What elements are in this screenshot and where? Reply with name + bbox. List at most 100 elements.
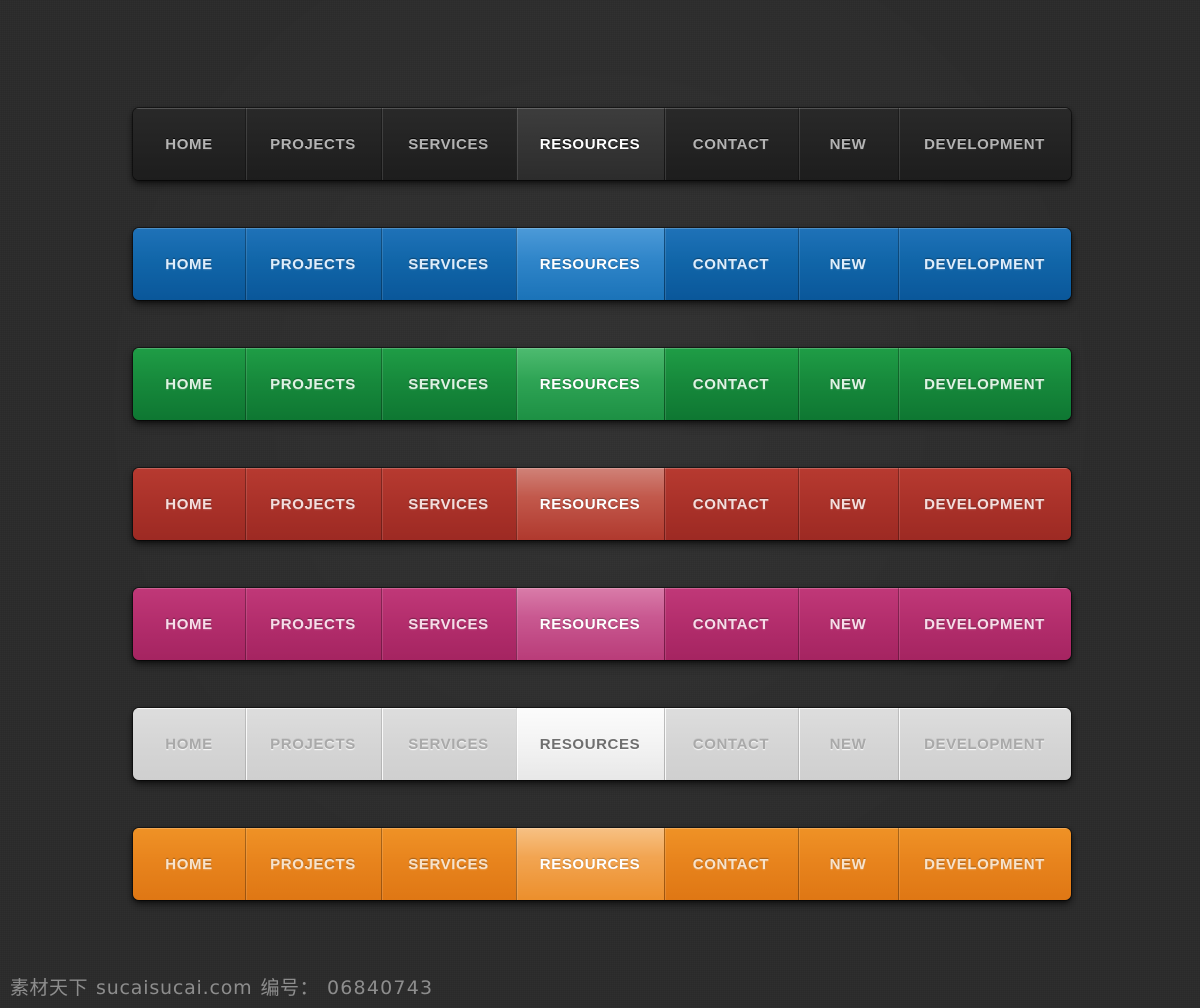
menu-item-new[interactable]: NEW bbox=[798, 828, 898, 900]
menu-item-label: DEVELOPMENT bbox=[924, 495, 1045, 513]
menu-item-projects[interactable]: PROJECTS bbox=[245, 828, 381, 900]
menu-item-label: PROJECTS bbox=[270, 255, 356, 273]
menu-item-label: RESOURCES bbox=[539, 135, 641, 153]
menu-item-resources-active[interactable]: RESOURCES bbox=[516, 108, 664, 180]
menu-item-label: SERVICES bbox=[408, 615, 489, 633]
menu-item-label: SERVICES bbox=[408, 495, 489, 513]
menu-item-label: PROJECTS bbox=[270, 495, 356, 513]
menu-item-label: SERVICES bbox=[408, 855, 489, 873]
menu-item-new[interactable]: NEW bbox=[798, 228, 898, 300]
menu-item-development[interactable]: DEVELOPMENT bbox=[898, 228, 1071, 300]
menu-item-contact[interactable]: CONTACT bbox=[664, 228, 798, 300]
menu-item-label: NEW bbox=[829, 255, 867, 273]
menu-item-label: DEVELOPMENT bbox=[924, 735, 1045, 753]
menu-item-label: RESOURCES bbox=[539, 375, 641, 393]
menu-item-contact[interactable]: CONTACT bbox=[664, 588, 798, 660]
menu-item-services[interactable]: SERVICES bbox=[381, 708, 516, 780]
menu-item-home[interactable]: HOME bbox=[133, 108, 245, 180]
menu-item-label: SERVICES bbox=[408, 375, 489, 393]
menu-item-label: PROJECTS bbox=[270, 855, 356, 873]
menu-item-label: CONTACT bbox=[692, 495, 770, 513]
menu-item-label: DEVELOPMENT bbox=[924, 615, 1045, 633]
menu-item-development[interactable]: DEVELOPMENT bbox=[898, 108, 1071, 180]
menu-item-label: HOME bbox=[165, 375, 213, 393]
red-menu-bar: HOME PROJECTS SERVICES RESOURCES CONTACT… bbox=[133, 468, 1071, 540]
menu-item-label: PROJECTS bbox=[270, 735, 356, 753]
menu-item-new[interactable]: NEW bbox=[798, 588, 898, 660]
menu-item-projects[interactable]: PROJECTS bbox=[245, 588, 381, 660]
menu-item-label: SERVICES bbox=[408, 255, 489, 273]
menu-item-projects[interactable]: PROJECTS bbox=[245, 708, 381, 780]
watermark-id-label: 编号： bbox=[260, 977, 319, 999]
menu-item-projects[interactable]: PROJECTS bbox=[245, 468, 381, 540]
menu-item-services[interactable]: SERVICES bbox=[381, 588, 516, 660]
menu-item-services[interactable]: SERVICES bbox=[381, 228, 516, 300]
menu-item-label: CONTACT bbox=[692, 855, 770, 873]
menu-item-projects[interactable]: PROJECTS bbox=[245, 108, 381, 180]
menu-item-new[interactable]: NEW bbox=[798, 708, 898, 780]
menu-item-label: RESOURCES bbox=[539, 255, 641, 273]
menu-item-label: DEVELOPMENT bbox=[924, 135, 1045, 153]
menu-item-services[interactable]: SERVICES bbox=[381, 828, 516, 900]
menu-item-contact[interactable]: CONTACT bbox=[664, 108, 798, 180]
menu-item-projects[interactable]: PROJECTS bbox=[245, 348, 381, 420]
menu-item-home[interactable]: HOME bbox=[133, 708, 245, 780]
menu-item-resources-active[interactable]: RESOURCES bbox=[516, 708, 664, 780]
menu-item-label: HOME bbox=[165, 135, 213, 153]
menu-item-new[interactable]: NEW bbox=[798, 468, 898, 540]
menu-item-resources-active[interactable]: RESOURCES bbox=[516, 348, 664, 420]
menu-item-resources-active[interactable]: RESOURCES bbox=[516, 228, 664, 300]
menu-item-services[interactable]: SERVICES bbox=[381, 468, 516, 540]
menu-item-label: DEVELOPMENT bbox=[924, 255, 1045, 273]
menu-item-label: NEW bbox=[829, 855, 867, 873]
light-menu-bar: HOME PROJECTS SERVICES RESOURCES CONTACT… bbox=[133, 708, 1071, 780]
watermark-site: sucaisucai.com bbox=[96, 977, 253, 999]
menu-item-label: HOME bbox=[165, 855, 213, 873]
menu-item-label: PROJECTS bbox=[270, 375, 356, 393]
menu-item-services[interactable]: SERVICES bbox=[381, 348, 516, 420]
menu-item-label: HOME bbox=[165, 255, 213, 273]
page-canvas: HOME PROJECTS SERVICES RESOURCES CONTACT… bbox=[0, 0, 1200, 1008]
menu-item-label: DEVELOPMENT bbox=[924, 855, 1045, 873]
menu-item-home[interactable]: HOME bbox=[133, 228, 245, 300]
menu-item-new[interactable]: NEW bbox=[798, 348, 898, 420]
menu-item-development[interactable]: DEVELOPMENT bbox=[898, 588, 1071, 660]
menu-item-resources-active[interactable]: RESOURCES bbox=[516, 468, 664, 540]
orange-menu-bar: HOME PROJECTS SERVICES RESOURCES CONTACT… bbox=[133, 828, 1071, 900]
menu-item-label: NEW bbox=[829, 375, 867, 393]
menu-item-label: CONTACT bbox=[692, 135, 770, 153]
watermark: 素材天下 sucaisucai.com 编号： 06840743 bbox=[10, 973, 433, 1000]
menu-item-label: HOME bbox=[165, 735, 213, 753]
menu-item-label: NEW bbox=[829, 735, 867, 753]
menu-item-home[interactable]: HOME bbox=[133, 588, 245, 660]
dark-menu-bar: HOME PROJECTS SERVICES RESOURCES CONTACT… bbox=[133, 108, 1071, 180]
menu-item-contact[interactable]: CONTACT bbox=[664, 828, 798, 900]
menu-item-development[interactable]: DEVELOPMENT bbox=[898, 828, 1071, 900]
menu-item-label: CONTACT bbox=[692, 615, 770, 633]
menu-item-resources-active[interactable]: RESOURCES bbox=[516, 828, 664, 900]
menu-item-new[interactable]: NEW bbox=[798, 108, 898, 180]
menu-item-contact[interactable]: CONTACT bbox=[664, 708, 798, 780]
menu-item-development[interactable]: DEVELOPMENT bbox=[898, 348, 1071, 420]
menu-item-contact[interactable]: CONTACT bbox=[664, 348, 798, 420]
menu-item-label: NEW bbox=[829, 615, 867, 633]
menu-item-development[interactable]: DEVELOPMENT bbox=[898, 468, 1071, 540]
menu-item-services[interactable]: SERVICES bbox=[381, 108, 516, 180]
pink-menu-bar: HOME PROJECTS SERVICES RESOURCES CONTACT… bbox=[133, 588, 1071, 660]
menu-item-home[interactable]: HOME bbox=[133, 348, 245, 420]
menu-item-projects[interactable]: PROJECTS bbox=[245, 228, 381, 300]
menu-item-label: PROJECTS bbox=[270, 615, 356, 633]
menu-item-home[interactable]: HOME bbox=[133, 468, 245, 540]
watermark-id-value: 06840743 bbox=[326, 977, 434, 999]
menu-item-contact[interactable]: CONTACT bbox=[664, 468, 798, 540]
green-menu-bar: HOME PROJECTS SERVICES RESOURCES CONTACT… bbox=[133, 348, 1071, 420]
menu-item-label: RESOURCES bbox=[539, 735, 641, 753]
watermark-brand: 素材天下 bbox=[10, 977, 89, 999]
menu-item-label: CONTACT bbox=[692, 375, 770, 393]
menu-item-label: RESOURCES bbox=[539, 495, 641, 513]
menu-item-development[interactable]: DEVELOPMENT bbox=[898, 708, 1071, 780]
menu-item-home[interactable]: HOME bbox=[133, 828, 245, 900]
menu-item-label: SERVICES bbox=[408, 135, 489, 153]
menu-item-label: SERVICES bbox=[408, 735, 489, 753]
menu-item-resources-active[interactable]: RESOURCES bbox=[516, 588, 664, 660]
